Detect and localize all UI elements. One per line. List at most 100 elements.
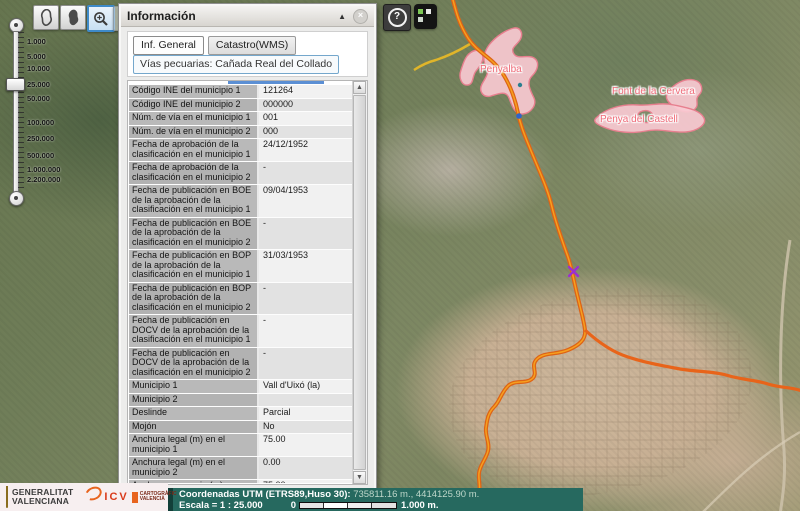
row-label: Fecha de publicación en BOP de la aproba… [129, 250, 259, 282]
row-label: Deslinde [129, 407, 259, 420]
scroll-down-button[interactable]: ▼ [353, 471, 366, 484]
scroll-up-button[interactable]: ▲ [353, 81, 366, 94]
scale-label: 10.000 [27, 64, 50, 73]
row-label: Mojón [129, 421, 259, 434]
map-label-penya-del-castell: Penya del Castell [600, 114, 678, 125]
close-panel-button[interactable]: × [353, 9, 368, 24]
scale-label: 250.000 [27, 134, 54, 143]
row-label: Fecha de publicación en BOE de la aproba… [129, 185, 259, 217]
scale-label: 25.000 [27, 80, 50, 89]
row-label: Núm. de vía en el municipio 1 [129, 112, 259, 125]
table-row: Núm. de vía en el municipio 1001 [129, 112, 352, 126]
scale-label: 50.000 [27, 94, 50, 103]
scalebar-graphic [299, 502, 397, 509]
row-label: Fecha de aprobación de la clasificación … [129, 139, 259, 161]
row-label: Núm. de vía en el municipio 2 [129, 126, 259, 139]
table-row: Fecha de publicación en BOP de la aproba… [129, 283, 352, 316]
icv-logo: ICV CARTOGRÀFIC VALENCIÀ [85, 491, 176, 503]
tab-inf-general[interactable]: Inf. General [133, 36, 204, 55]
horizontal-scrollbar-thumb[interactable] [228, 81, 324, 84]
slider-handle[interactable] [6, 78, 25, 91]
slider-zoom-out-knob[interactable] [9, 191, 24, 206]
table-row: Fecha de publicación en DOCV de la aprob… [129, 315, 352, 348]
feature-selector-button[interactable]: Vías pecuarias: Cañada Real del Collado [133, 55, 339, 74]
table-row: Código INE del municipio 2000000 [129, 99, 352, 113]
row-label: Municipio 2 [129, 394, 259, 407]
slider-ticks [18, 32, 24, 190]
row-label: Fecha de publicación en DOCV de la aprob… [129, 315, 259, 347]
row-value: 24/12/1952 [259, 139, 352, 161]
row-label: Municipio 1 [129, 380, 259, 393]
map-label-font-de-la-cervera: Font de la Cervera [612, 86, 695, 97]
row-label: Fecha de publicación en BOP de la aproba… [129, 283, 259, 315]
row-value: - [259, 315, 352, 347]
row-value [259, 394, 352, 407]
table-row: Fecha de publicación en BOE de la aproba… [129, 185, 352, 218]
table-row: Fecha de aprobación de la clasificación … [129, 139, 352, 162]
row-value: 000000 [259, 99, 352, 112]
coordinates-value: 735811.16 m., 4414125.90 m. [353, 489, 479, 500]
scalebar-zero-label: 0 [291, 500, 296, 511]
row-value: - [259, 348, 352, 380]
scale-label: 500.000 [27, 151, 54, 160]
status-bar: Coordenadas UTM (ETRS89,Huso 30): 735811… [168, 488, 583, 511]
row-value: 75.00 [259, 434, 352, 456]
row-value: 09/04/1953 [259, 185, 352, 217]
vertical-scrollbar-thumb[interactable] [353, 95, 366, 470]
scale-text: Escala = 1 : 25.000 [179, 500, 263, 511]
road-line [780, 240, 790, 511]
row-label: Fecha de aprobación de la clasificación … [129, 162, 259, 184]
info-panel: Información ▲ × Inf. GeneralCatastro(WMS… [118, 3, 377, 491]
route-vertex-marker [518, 83, 522, 87]
table-row: Fecha de publicación en BOE de la aproba… [129, 218, 352, 251]
row-label: Fecha de publicación en DOCV de la aprob… [129, 348, 259, 380]
zoom-in-icon [92, 10, 110, 28]
scale-label: 1.000 [27, 37, 46, 46]
collapse-panel-button[interactable]: ▲ [338, 12, 346, 21]
scale-label: 1.000.000 [27, 165, 60, 174]
qr-code-button[interactable] [414, 4, 437, 29]
table-row: Municipio 2 [129, 394, 352, 408]
scale-label: 100.000 [27, 118, 54, 127]
qr-code-icon [418, 9, 423, 14]
tool-region-zoom-button[interactable] [60, 5, 86, 30]
scale-label: 2.200.000 [27, 175, 60, 184]
tab-card: Inf. GeneralCatastro(WMS) Vías pecuarias… [127, 31, 368, 77]
attribute-table: Código INE del municipio 1121264Código I… [127, 80, 368, 485]
region-map-filled-icon [65, 9, 81, 27]
gva-logo: GENERALITAT VALENCIANA [12, 488, 73, 506]
branding-bar: GENERALITAT VALENCIANA ICV CARTOGRÀFIC V… [0, 483, 168, 511]
table-row: Núm. de vía en el municipio 2000 [129, 126, 352, 140]
gva-coat-of-arms-icon [6, 486, 8, 508]
row-value: - [259, 283, 352, 315]
map-label-penyalba: Penyalba [480, 64, 522, 75]
row-value: 121264 [259, 85, 352, 98]
row-value: No [259, 421, 352, 434]
row-value: 75.00 [259, 480, 352, 483]
table-row: Municipio 1Vall d'Uixó (la) [129, 380, 352, 394]
row-label: Anchura legal (m) en el municipio 2 [129, 457, 259, 479]
help-button[interactable]: ? [383, 4, 411, 31]
tool-zoom-in-button-selected[interactable] [87, 5, 115, 32]
gis-viewer-window: Penyalba Font de la Cervera Penya del Ca… [0, 0, 800, 511]
scalebar-max-label: 1.000 m. [401, 500, 439, 511]
coordinates-label: Coordenadas UTM (ETRS89,Huso 30): [179, 489, 351, 500]
row-value: - [259, 218, 352, 250]
icv-swirl-icon [83, 484, 104, 503]
tool-region-overview-button[interactable] [33, 5, 59, 30]
table-row: MojónNo [129, 421, 352, 435]
row-value: Vall d'Uixó (la) [259, 380, 352, 393]
row-value: - [259, 162, 352, 184]
scale-label: 5.000 [27, 52, 46, 61]
info-panel-header[interactable]: Información ▲ × [121, 6, 374, 27]
table-row: Fecha de publicación en DOCV de la aprob… [129, 348, 352, 381]
row-label: Anchura legal (m) en el municipio 1 [129, 434, 259, 456]
row-value: 31/03/1953 [259, 250, 352, 282]
region-map-icon [38, 9, 54, 27]
tab-catastro-wms-[interactable]: Catastro(WMS) [208, 36, 296, 55]
row-label: Fecha de publicación en BOE de la aproba… [129, 218, 259, 250]
row-value: Parcial [259, 407, 352, 420]
map-scale-slider: 1.000 5.000 10.000 25.000 50.000 100.000 250.0… [4, 18, 82, 208]
blue-point-marker [516, 113, 522, 119]
vertical-scrollbar[interactable]: ▲ ▼ [352, 81, 367, 484]
